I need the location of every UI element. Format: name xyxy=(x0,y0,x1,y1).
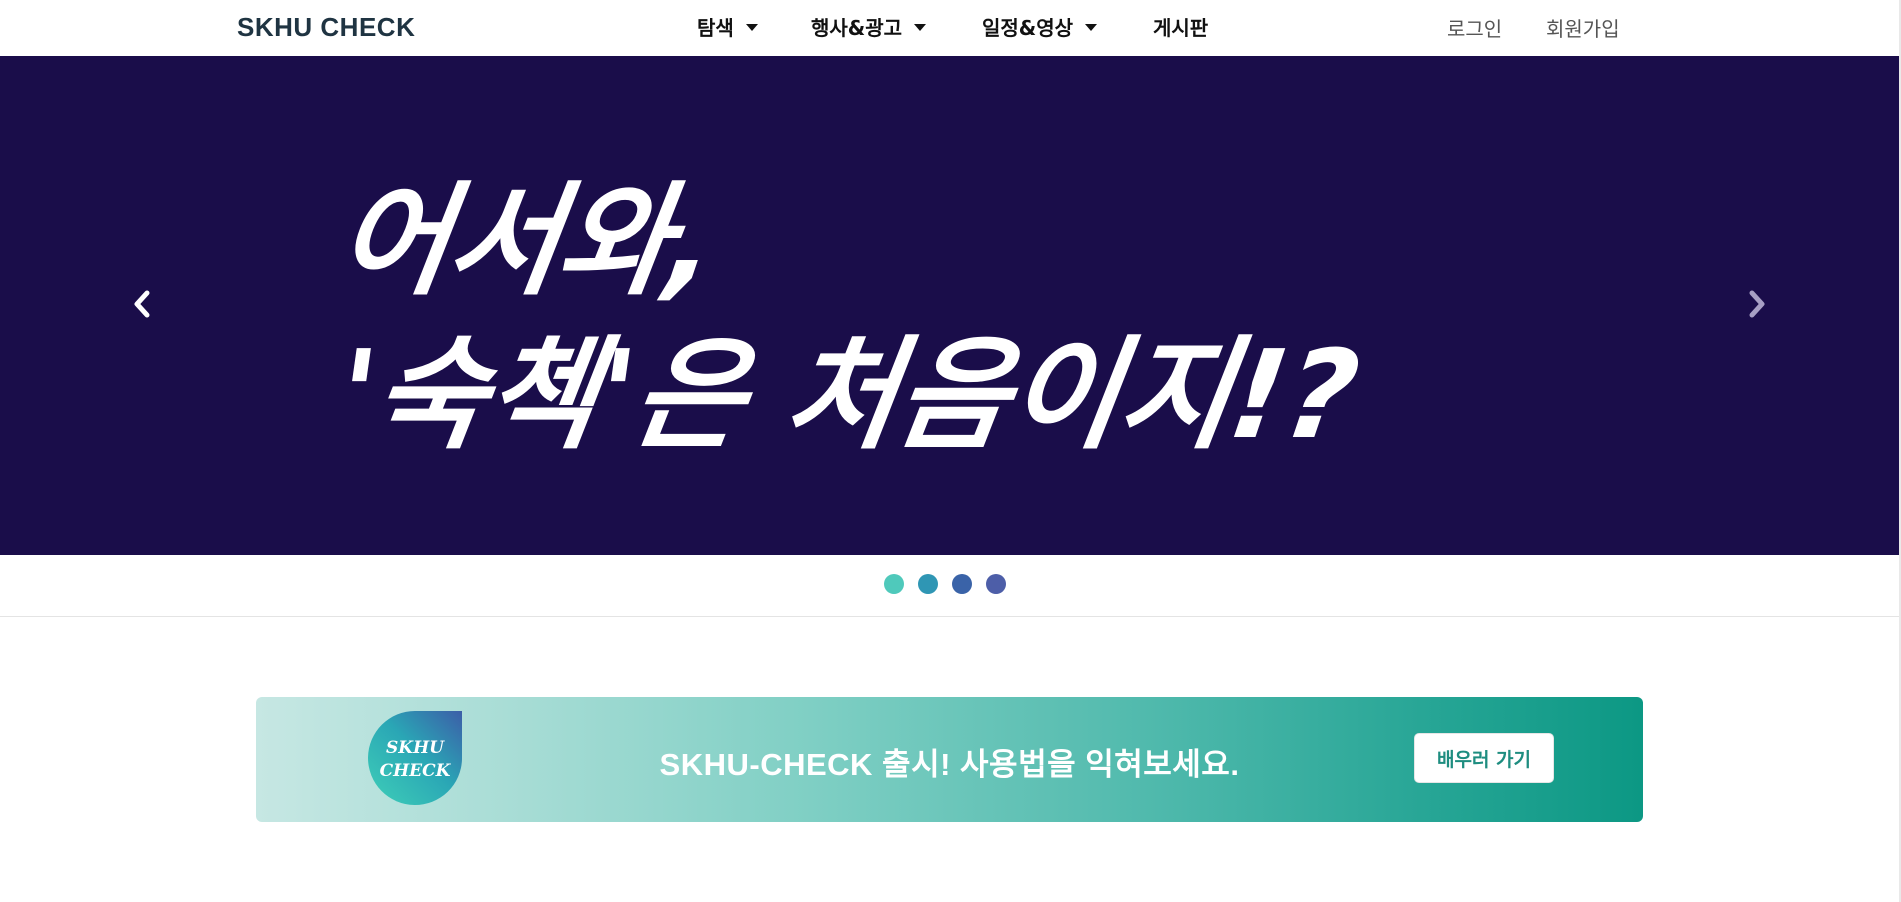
caret-down-icon xyxy=(1085,24,1098,31)
logo-text-line1: SKHU xyxy=(386,738,445,758)
carousel-indicators xyxy=(0,574,1901,594)
nav-menu-explore[interactable]: 탐색 xyxy=(697,12,758,41)
hero-carousel: 어서와, '숙첵'은 처음이지!? xyxy=(0,56,1901,555)
nav-menu-label: 행사&광고 xyxy=(811,16,903,40)
chevron-right-icon xyxy=(1749,290,1765,318)
promo-banner: SKHU CHECK SKHU-CHECK 출시! 사용법을 익혀보세요. 배우… xyxy=(256,697,1643,822)
learn-button[interactable]: 배우러 가기 xyxy=(1414,733,1554,783)
nav-menu-board[interactable]: 게시판 xyxy=(1153,12,1208,41)
carousel-next-button[interactable] xyxy=(1737,284,1777,324)
brand-logo[interactable]: SKHU CHECK xyxy=(237,12,415,43)
page: SKHU CHECK 탐색 행사&광고 일정&영상 게시판 로그인 회원가입 어… xyxy=(0,0,1901,902)
caret-down-icon xyxy=(914,24,927,31)
navbar: SKHU CHECK 탐색 행사&광고 일정&영상 게시판 로그인 회원가입 xyxy=(0,0,1901,56)
carousel-prev-button[interactable] xyxy=(122,284,162,324)
nav-menu-schedule-video[interactable]: 일정&영상 xyxy=(982,12,1098,41)
logo-text-line2: CHECK xyxy=(380,761,452,781)
nav-menu-label: 일정&영상 xyxy=(982,16,1074,40)
login-link[interactable]: 로그인 xyxy=(1447,13,1502,42)
nav-menu-events-ads[interactable]: 행사&광고 xyxy=(811,12,927,41)
caret-down-icon xyxy=(745,24,758,31)
slide-headline-line2: '숙첵'은 처음이지!? xyxy=(328,324,1366,466)
nav-menu-label: 탐색 xyxy=(697,16,734,40)
section-divider xyxy=(0,616,1901,617)
signup-link[interactable]: 회원가입 xyxy=(1546,13,1620,42)
skhu-check-logo: SKHU CHECK xyxy=(368,711,462,805)
chevron-left-icon xyxy=(134,290,150,318)
carousel-indicator-3[interactable] xyxy=(951,574,972,594)
slide-headline-line1: 어서와, xyxy=(328,170,724,312)
carousel-indicator-4[interactable] xyxy=(985,574,1006,594)
carousel-indicator-1[interactable] xyxy=(883,574,904,594)
carousel-indicator-2[interactable] xyxy=(917,574,938,594)
nav-menu-label: 게시판 xyxy=(1153,16,1209,40)
